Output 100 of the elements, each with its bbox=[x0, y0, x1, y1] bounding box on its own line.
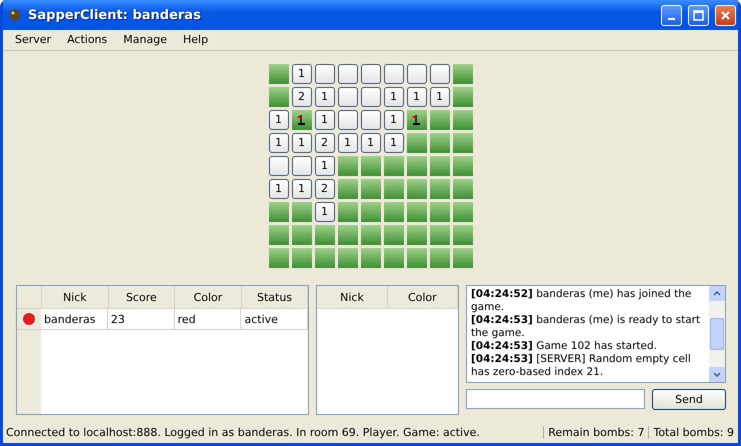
column-header[interactable]: Nick bbox=[42, 286, 109, 308]
open-cell[interactable] bbox=[360, 64, 380, 84]
closed-cell[interactable] bbox=[268, 224, 288, 245]
closed-cell[interactable] bbox=[292, 248, 312, 268]
flag-cell[interactable] bbox=[292, 110, 312, 130]
closed-cell[interactable] bbox=[452, 110, 472, 130]
menu-item[interactable]: Help bbox=[174, 33, 216, 46]
closed-cell[interactable] bbox=[338, 248, 358, 268]
closed-cell[interactable] bbox=[384, 178, 404, 199]
closed-cell[interactable] bbox=[384, 224, 404, 245]
open-cell[interactable]: 1 bbox=[314, 86, 334, 107]
closed-cell[interactable] bbox=[430, 178, 450, 199]
column-header[interactable]: Color bbox=[175, 286, 242, 308]
table-cell: red bbox=[174, 309, 242, 330]
closed-cell[interactable] bbox=[452, 156, 472, 176]
open-cell[interactable]: 1 bbox=[292, 64, 312, 84]
closed-cell[interactable] bbox=[360, 224, 380, 245]
open-cell[interactable]: 1 bbox=[406, 86, 426, 107]
closed-cell[interactable] bbox=[406, 224, 426, 245]
scrollbar[interactable] bbox=[709, 286, 725, 382]
closed-cell[interactable] bbox=[314, 248, 334, 268]
open-cell[interactable]: 1 bbox=[384, 110, 404, 130]
open-cell[interactable] bbox=[338, 110, 358, 130]
closed-cell[interactable] bbox=[406, 248, 426, 268]
closed-cell[interactable] bbox=[452, 248, 472, 268]
column-header[interactable]: Color bbox=[388, 286, 458, 308]
closed-cell[interactable] bbox=[314, 224, 334, 245]
open-cell[interactable]: 1 bbox=[268, 110, 288, 130]
menu-item[interactable]: Server bbox=[7, 33, 60, 46]
open-cell[interactable] bbox=[268, 156, 288, 176]
message-input[interactable] bbox=[466, 389, 645, 410]
closed-cell[interactable] bbox=[452, 224, 472, 245]
minimize-button[interactable] bbox=[661, 4, 682, 26]
open-cell[interactable] bbox=[430, 64, 450, 84]
closed-cell[interactable] bbox=[430, 132, 450, 153]
open-cell[interactable] bbox=[384, 64, 404, 84]
column-header[interactable]: Score bbox=[108, 286, 176, 308]
open-cell[interactable] bbox=[338, 86, 358, 107]
closed-cell[interactable] bbox=[360, 156, 380, 176]
open-cell[interactable] bbox=[338, 64, 358, 84]
open-cell[interactable]: 2 bbox=[292, 86, 312, 107]
open-cell[interactable]: 1 bbox=[314, 156, 334, 176]
open-cell[interactable]: 1 bbox=[384, 132, 404, 153]
open-cell[interactable]: 1 bbox=[292, 178, 312, 199]
menu-item[interactable]: Manage bbox=[115, 33, 175, 46]
closed-cell[interactable] bbox=[338, 178, 358, 199]
closed-cell[interactable] bbox=[360, 202, 380, 222]
closed-cell[interactable] bbox=[452, 86, 472, 107]
closed-cell[interactable] bbox=[338, 202, 358, 222]
open-cell[interactable]: 1 bbox=[338, 132, 358, 153]
flag-cell[interactable] bbox=[406, 110, 426, 130]
open-cell[interactable]: 1 bbox=[360, 132, 380, 153]
closed-cell[interactable] bbox=[452, 132, 472, 153]
closed-cell[interactable] bbox=[360, 178, 380, 199]
closed-cell[interactable] bbox=[406, 156, 426, 176]
open-cell[interactable] bbox=[406, 64, 426, 84]
open-cell[interactable]: 2 bbox=[314, 132, 334, 153]
closed-cell[interactable] bbox=[292, 224, 312, 245]
open-cell[interactable] bbox=[360, 110, 380, 130]
closed-cell[interactable] bbox=[292, 202, 312, 222]
closed-cell[interactable] bbox=[268, 202, 288, 222]
open-cell[interactable]: 1 bbox=[292, 132, 312, 153]
open-cell[interactable] bbox=[292, 156, 312, 176]
send-button[interactable]: Send bbox=[652, 389, 726, 410]
open-cell[interactable]: 1 bbox=[314, 110, 334, 130]
column-header[interactable]: Nick bbox=[317, 286, 388, 308]
closed-cell[interactable] bbox=[430, 110, 450, 130]
closed-cell[interactable] bbox=[338, 156, 358, 176]
close-button[interactable] bbox=[715, 4, 736, 26]
menu-item[interactable]: Actions bbox=[59, 33, 116, 46]
closed-cell[interactable] bbox=[406, 132, 426, 153]
closed-cell[interactable] bbox=[430, 202, 450, 222]
closed-cell[interactable] bbox=[452, 202, 472, 222]
open-cell[interactable] bbox=[314, 64, 334, 84]
closed-cell[interactable] bbox=[384, 156, 404, 176]
closed-cell[interactable] bbox=[360, 248, 380, 268]
open-cell[interactable]: 1 bbox=[314, 202, 334, 222]
open-cell[interactable]: 1 bbox=[384, 86, 404, 107]
closed-cell[interactable] bbox=[452, 178, 472, 199]
closed-cell[interactable] bbox=[452, 64, 472, 84]
closed-cell[interactable] bbox=[430, 156, 450, 176]
closed-cell[interactable] bbox=[406, 202, 426, 222]
maximize-button[interactable] bbox=[688, 4, 709, 26]
closed-cell[interactable] bbox=[268, 248, 288, 268]
closed-cell[interactable] bbox=[268, 64, 288, 84]
table-cell: banderas bbox=[41, 309, 108, 330]
closed-cell[interactable] bbox=[384, 248, 404, 268]
closed-cell[interactable] bbox=[268, 86, 288, 107]
closed-cell[interactable] bbox=[430, 248, 450, 268]
closed-cell[interactable] bbox=[338, 224, 358, 245]
open-cell[interactable]: 2 bbox=[314, 178, 334, 199]
open-cell[interactable]: 1 bbox=[430, 86, 450, 107]
open-cell[interactable]: 1 bbox=[268, 178, 288, 199]
open-cell[interactable] bbox=[360, 86, 380, 107]
closed-cell[interactable] bbox=[406, 178, 426, 199]
column-header[interactable]: Status bbox=[242, 286, 308, 308]
closed-cell[interactable] bbox=[384, 202, 404, 222]
status-message: Connected to localhost:888. Logged in as banderas. In room 69. Player. Game: active. bbox=[5, 426, 481, 439]
open-cell[interactable]: 1 bbox=[268, 132, 288, 153]
closed-cell[interactable] bbox=[430, 224, 450, 245]
